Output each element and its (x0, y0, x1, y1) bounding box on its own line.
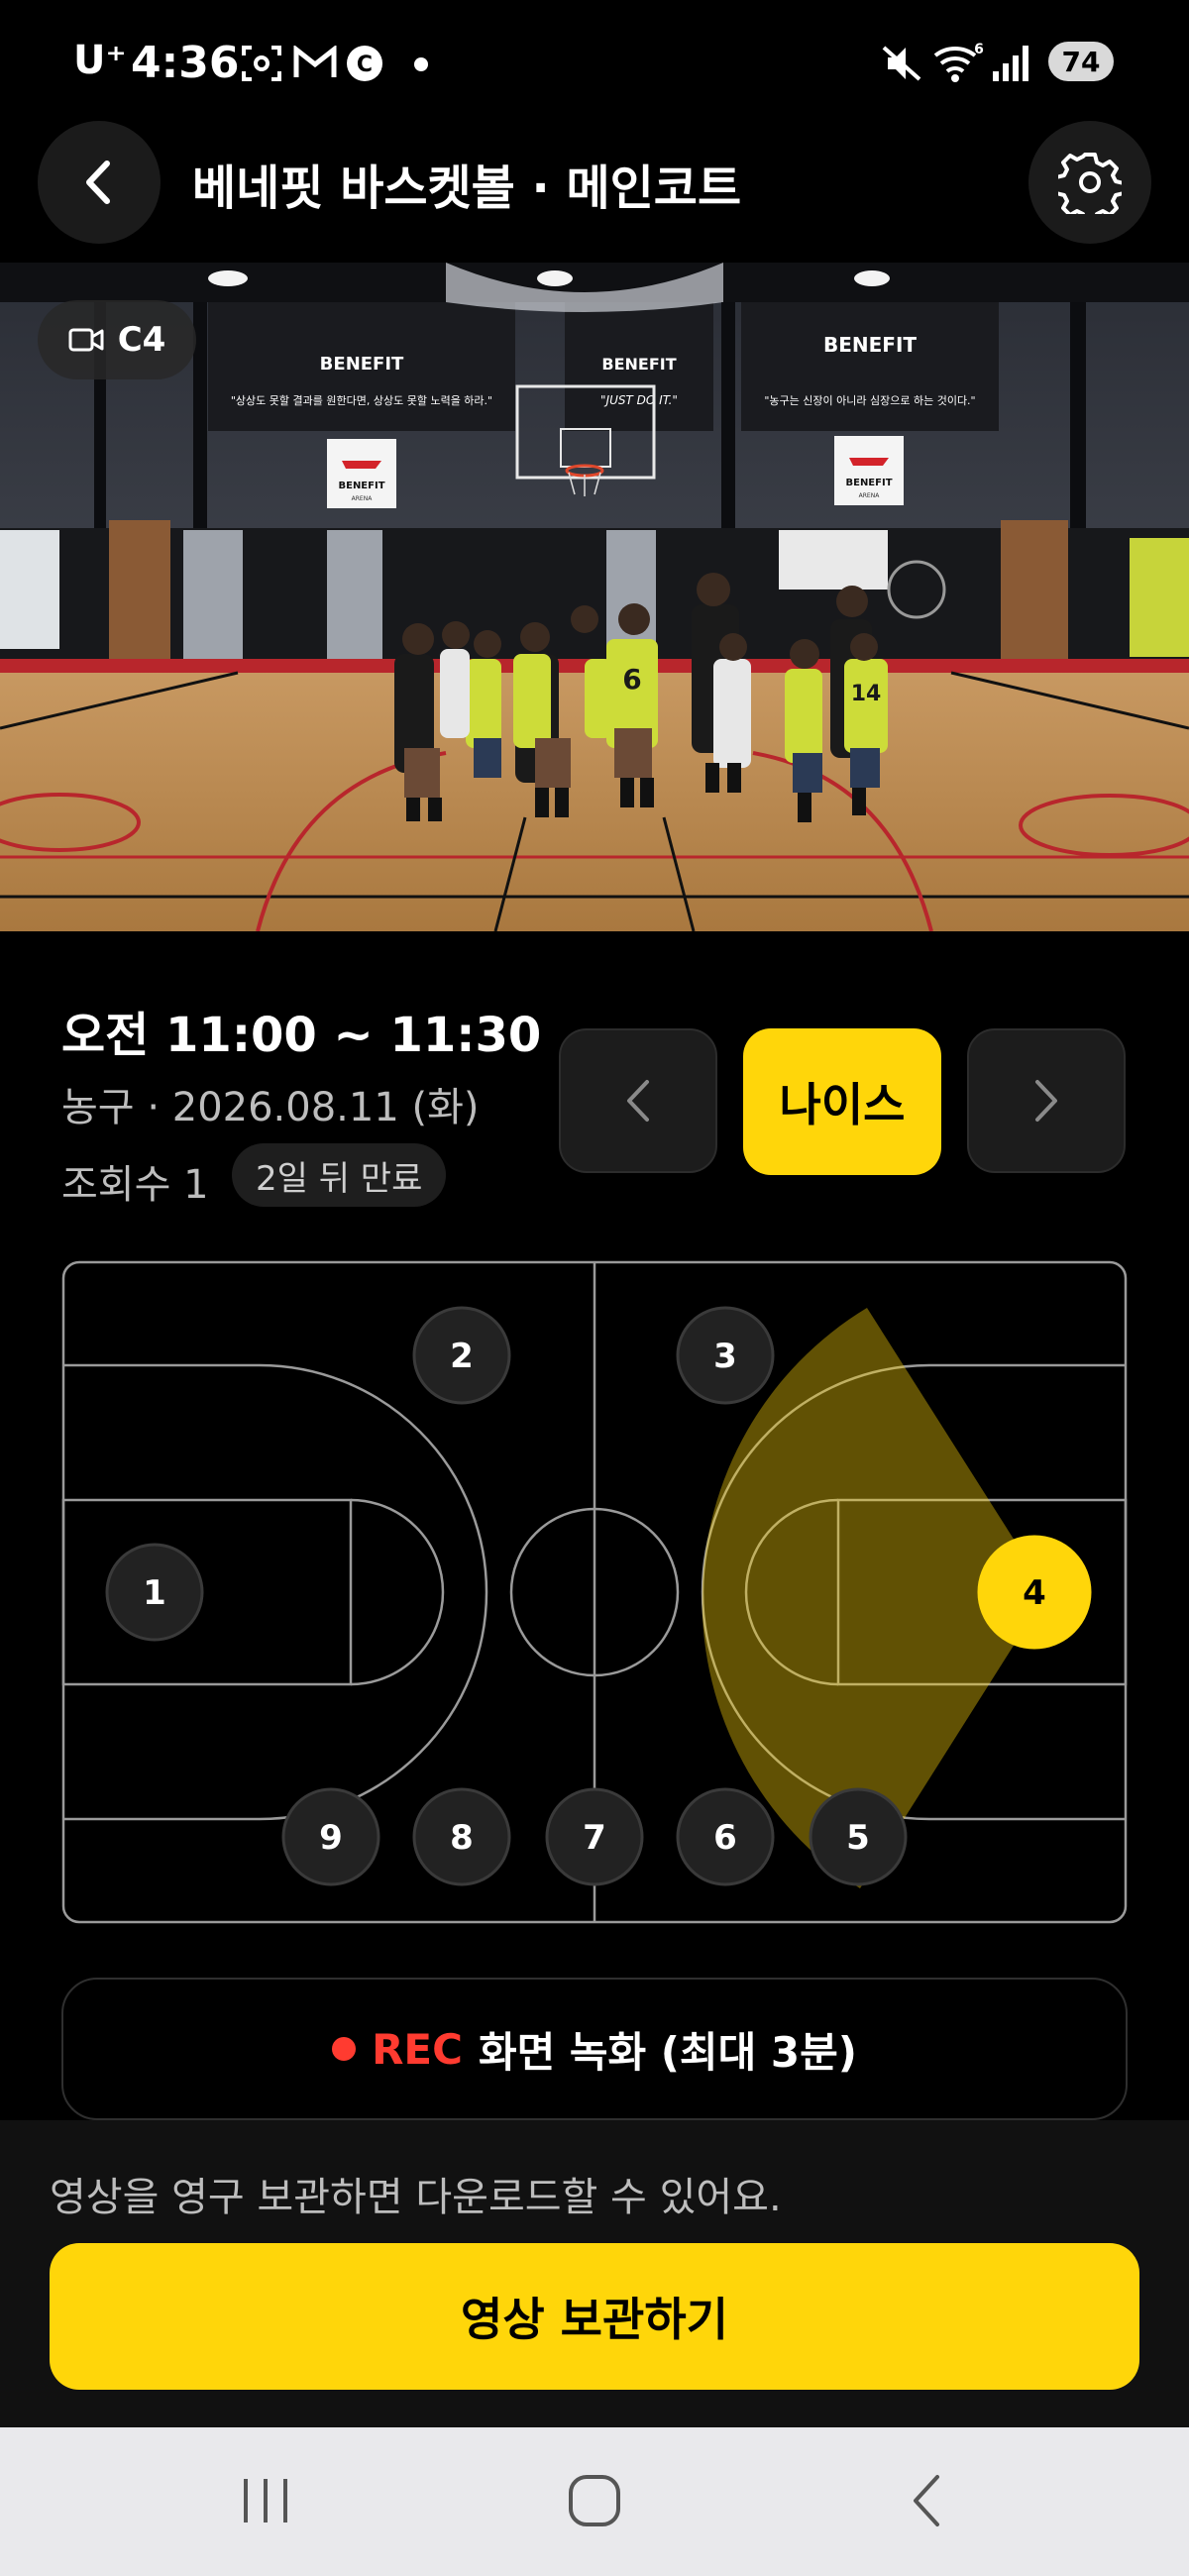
court-position-4[interactable]: 4 (977, 1535, 1092, 1650)
archive-note: 영상을 영구 보관하면 다운로드할 수 있어요. (50, 2175, 782, 2220)
chevron-right-icon (1035, 1080, 1057, 1122)
svg-text:ARENA: ARENA (352, 495, 374, 502)
gear-icon (1058, 153, 1122, 214)
court-position-7[interactable]: 7 (545, 1787, 644, 1886)
court-position-label: 4 (1023, 1573, 1046, 1613)
rec-dot-icon (332, 2037, 357, 2061)
court-position-label: 1 (143, 1573, 166, 1613)
svg-text:C: C (357, 53, 373, 77)
back-button[interactable] (38, 121, 161, 244)
settings-button[interactable] (1028, 121, 1151, 244)
view-count: 조회수 1 (61, 1162, 209, 1208)
court-position-label: 7 (583, 1818, 606, 1858)
status-bar: U⁺ 4:36 C 6 74 (0, 0, 1189, 119)
court-position-label: 6 (713, 1818, 737, 1858)
chevron-left-icon (627, 1080, 649, 1122)
system-back-icon[interactable] (902, 2473, 957, 2528)
c-app-icon: C (347, 46, 382, 81)
banner-slogan-3: "농구는 신장이 아니라 심장으로 하는 것이다." (764, 393, 975, 407)
status-time: 4:36 (131, 38, 240, 88)
svg-text:6: 6 (974, 42, 984, 57)
court-position-9[interactable]: 9 (281, 1787, 380, 1886)
court-position-2[interactable]: 2 (412, 1306, 511, 1405)
expire-badge: 2일 뒤 만료 (232, 1143, 447, 1207)
court-position-label: 3 (713, 1337, 737, 1376)
jersey-number-6: 6 (622, 663, 641, 696)
page-title: 베네핏 바스켓볼 · 메인코트 (192, 161, 742, 216)
court-position-5[interactable]: 5 (809, 1787, 908, 1886)
camera-label: C4 (117, 320, 166, 360)
court-position-8[interactable]: 8 (412, 1787, 511, 1886)
camera-badge[interactable]: C4 (38, 300, 196, 379)
video-camera-icon (68, 328, 104, 352)
banner-slogan-2: "JUST DO IT." (600, 393, 678, 407)
home-icon[interactable] (567, 2473, 622, 2528)
svg-text:BENEFIT: BENEFIT (845, 478, 892, 488)
nice-button[interactable]: 나이스 (743, 1028, 941, 1175)
next-button[interactable] (967, 1028, 1126, 1173)
carrier-label: U⁺ (73, 38, 127, 83)
court-position-label: 5 (846, 1818, 870, 1858)
court-position-3[interactable]: 3 (676, 1306, 775, 1405)
save-video-button[interactable]: 영상 보관하기 (50, 2243, 1139, 2390)
svg-text:ARENA: ARENA (859, 492, 881, 499)
dot-icon (414, 57, 428, 71)
gmail-icon (293, 46, 337, 77)
court-position-label: 9 (319, 1818, 343, 1858)
back-arrow-icon (86, 161, 110, 204)
sport-date: 농구 · 2026.08.11 (화) (61, 1085, 480, 1130)
court-position-6[interactable]: 6 (676, 1787, 775, 1886)
recent-apps-icon[interactable] (238, 2473, 293, 2528)
court-map: 1 2 3 4 5 6 7 8 9 (61, 1260, 1128, 1924)
court-position-label: 8 (450, 1818, 474, 1858)
battery-indicator: 74 (1048, 42, 1114, 81)
screenshot-icon (242, 46, 281, 81)
svg-text:BENEFIT: BENEFIT (338, 481, 384, 491)
court-position-label: 2 (450, 1337, 474, 1376)
banner-slogan-1: "상상도 못할 결과를 원한다면, 상상도 못할 노력을 하라." (231, 393, 492, 407)
court-position-1[interactable]: 1 (105, 1543, 204, 1642)
time-range: 오전 11:00 ~ 11:30 (61, 1008, 542, 1063)
signal-icon (993, 46, 1028, 81)
wifi-icon: 6 (933, 42, 984, 82)
banner-brand-2: BENEFIT (601, 355, 676, 374)
mute-icon (882, 46, 921, 81)
jersey-number-14: 14 (851, 682, 882, 706)
screen-record-button[interactable]: REC 화면 녹화 (최대 3분) (61, 1978, 1128, 2120)
rec-label: 화면 녹화 (최대 3분) (478, 2027, 857, 2077)
prev-button[interactable] (559, 1028, 717, 1173)
rec-tag: REC (372, 2024, 463, 2074)
system-navigation-bar (0, 2427, 1189, 2576)
court-diagram: 1 2 3 4 5 6 7 8 9 (61, 1260, 1128, 1924)
banner-brand-3: BENEFIT (823, 333, 917, 357)
banner-brand-1: BENEFIT (320, 354, 404, 375)
